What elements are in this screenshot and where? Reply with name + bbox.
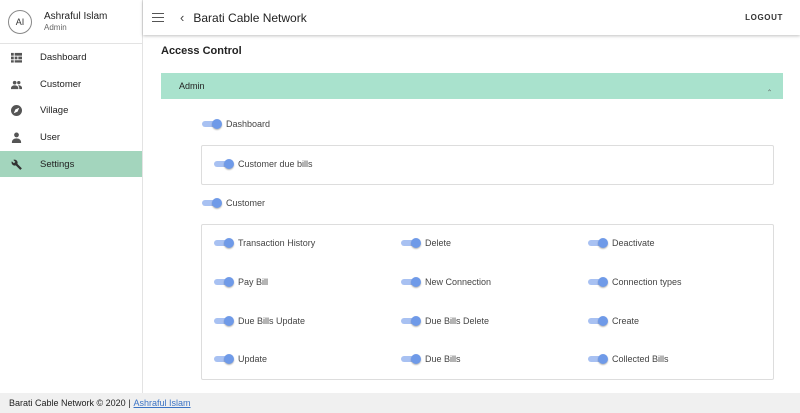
dashboard-toggle[interactable] (202, 118, 222, 129)
permission-toggle[interactable] (401, 353, 421, 364)
permission-label: Due Bills Delete (425, 316, 490, 326)
admin-panel-header[interactable]: Admin ‸ (161, 73, 783, 99)
permission-toggle[interactable] (401, 315, 421, 326)
permission-label: Customer due bills (238, 159, 313, 169)
permission-item: Deactivate (588, 237, 655, 248)
permission-item: Collected Bills (588, 353, 669, 364)
sidebar-item-customer[interactable]: Customer (0, 71, 142, 98)
permission-item: Due Bills Delete (401, 315, 490, 326)
permission-item: Due Bills Update (214, 315, 306, 326)
footer: Barati Cable Network © 2020 | Ashraful I… (0, 393, 800, 413)
permission-item: Due Bills (401, 353, 461, 364)
main-content: Access Control Admin ‸ Dashboard Custome… (144, 35, 800, 393)
person-icon (10, 131, 22, 143)
permission-label: Deactivate (612, 238, 655, 248)
permission-toggle[interactable] (588, 353, 608, 364)
permission-item: New Connection (401, 276, 492, 287)
permission-customer: Customer (202, 197, 266, 208)
panel-title: Admin (179, 81, 205, 91)
permission-item: Delete (401, 237, 452, 248)
top-app-bar: ‹ Barati Cable Network LOGOUT (143, 0, 800, 35)
permission-item: Transaction History (214, 237, 316, 248)
permission-item: Create (588, 315, 640, 326)
permission-label: Connection types (612, 277, 682, 287)
logout-button[interactable]: LOGOUT (745, 13, 783, 22)
permission-toggle[interactable] (588, 315, 608, 326)
sidebar-item-label: Village (40, 105, 69, 117)
avatar[interactable]: AI (8, 9, 32, 34)
permission-label: Delete (425, 238, 452, 248)
compass-icon (10, 105, 22, 117)
sidebar-item-label: Dashboard (40, 51, 87, 63)
sidebar-item-dashboard[interactable]: Dashboard (0, 44, 142, 71)
permission-toggle[interactable] (214, 353, 234, 364)
sidebar-item-label: Customer (40, 78, 82, 90)
permission-label: Dashboard (226, 119, 271, 129)
permission-toggle[interactable] (401, 237, 421, 248)
permission-label: Update (238, 354, 268, 364)
sidebar-item-label: Settings (40, 158, 75, 170)
chevron-up-icon[interactable]: ‸ (768, 81, 771, 92)
permission-label: Due Bills Update (238, 316, 306, 326)
permission-customer-due-bills: Customer due bills (214, 158, 313, 169)
dashboard-icon (10, 51, 22, 63)
permission-toggle[interactable] (588, 276, 608, 287)
user-name: Ashraful Islam (44, 11, 108, 22)
user-info: Ashraful Islam Admin (44, 11, 107, 32)
permission-item: Connection types (588, 276, 682, 287)
permission-item: Update (214, 353, 268, 364)
customer-due-bills-toggle[interactable] (214, 158, 234, 169)
permission-toggle[interactable] (588, 237, 608, 248)
permission-label: Collected Bills (612, 354, 669, 364)
permission-toggle[interactable] (214, 315, 234, 326)
footer-text: Barati Cable Network © 2020 | (9, 398, 131, 408)
permission-label: Customer (226, 198, 266, 208)
sidebar-item-village[interactable]: Village (0, 97, 142, 124)
permission-dashboard: Dashboard (202, 118, 271, 129)
customer-toggle[interactable] (202, 197, 222, 208)
permission-toggle[interactable] (214, 237, 234, 248)
user-profile[interactable]: AI Ashraful Islam Admin (0, 0, 142, 44)
menu-icon[interactable] (152, 12, 164, 23)
permission-label: Transaction History (238, 238, 316, 248)
footer-author-link[interactable]: Ashraful Islam (134, 398, 191, 408)
user-role: Admin (44, 23, 67, 32)
wrench-icon (10, 158, 22, 170)
people-icon (10, 78, 22, 90)
dashboard-permissions-box: Customer due bills (201, 145, 774, 185)
permission-toggle[interactable] (214, 276, 234, 287)
permission-label: Due Bills (425, 354, 461, 364)
permission-label: Create (612, 316, 640, 326)
sidebar-item-settings[interactable]: Settings (0, 150, 142, 178)
back-chevron-icon[interactable]: ‹ (180, 10, 184, 25)
app-title: Barati Cable Network (193, 10, 307, 25)
sidebar: AI Ashraful Islam Admin Dashboard Custom… (0, 0, 143, 393)
sidebar-item-user[interactable]: User (0, 124, 142, 151)
sidebar-item-label: User (40, 131, 61, 143)
permission-toggle[interactable] (401, 276, 421, 287)
permission-item: Pay Bill (214, 276, 269, 287)
customer-permissions-box: Transaction History Delete Deactivate Pa… (201, 224, 774, 380)
page-title: Access Control (161, 45, 242, 57)
permission-label: New Connection (425, 277, 492, 287)
permission-label: Pay Bill (238, 277, 269, 287)
